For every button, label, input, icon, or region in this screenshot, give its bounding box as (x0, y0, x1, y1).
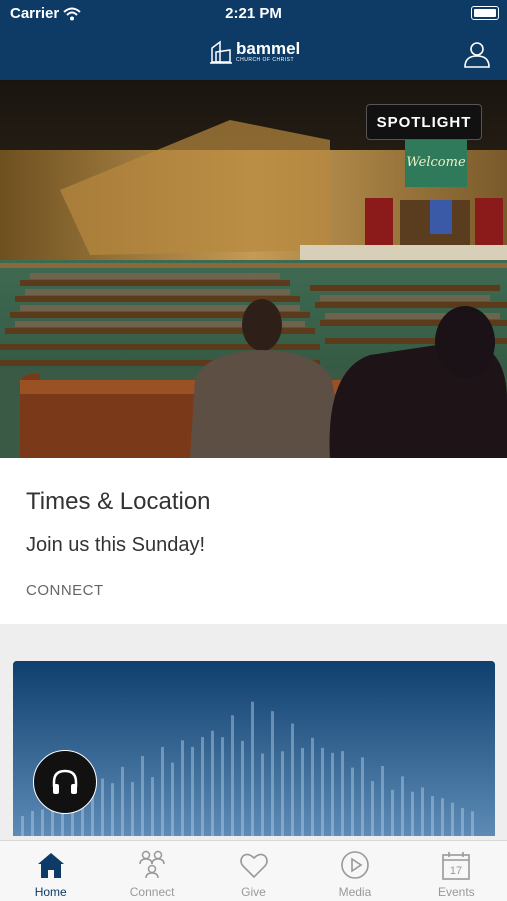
tab-bar: Home Connect Give Media 17 Events (0, 840, 507, 901)
tab-connect-label: Connect (129, 885, 175, 899)
welcome-screen-text: Welcome (406, 155, 466, 170)
tab-home-label: Home (34, 885, 67, 899)
soundwave-graphic (13, 661, 495, 836)
calendar-day: 17 (450, 865, 462, 877)
audio-play-button[interactable] (33, 750, 97, 814)
church-logo[interactable]: bammel CHURCH OF CHRIST (210, 40, 300, 64)
tab-events[interactable]: 17 Events (406, 841, 507, 901)
battery-icon (471, 6, 499, 20)
clock: 2:21 PM (225, 5, 282, 22)
connect-link[interactable]: CONNECT (26, 582, 104, 599)
logo-name: bammel (236, 39, 301, 58)
tab-events-label: Events (437, 885, 475, 899)
card-title: Times & Location (26, 488, 211, 515)
logo-mark-icon (210, 40, 232, 64)
times-location-card[interactable]: Times & Location Join us this Sunday! CO… (0, 458, 507, 624)
profile-icon[interactable] (463, 40, 491, 68)
tab-give[interactable]: Give (203, 841, 304, 901)
status-bar: Carrier 2:21 PM (0, 0, 507, 28)
headphones-icon (52, 769, 78, 794)
calendar-icon: 17 (442, 852, 471, 880)
play-icon (341, 851, 369, 879)
tab-home[interactable]: Home (0, 841, 101, 901)
nav-bar: bammel CHURCH OF CHRIST (0, 28, 507, 80)
tab-connect[interactable]: Connect (101, 841, 202, 901)
tab-media[interactable]: Media (304, 841, 405, 901)
heart-icon (239, 853, 268, 879)
tab-give-label: Give (241, 885, 266, 899)
spotlight-badge: SPOTLIGHT (366, 104, 482, 140)
logo-subtitle: CHURCH OF CHRIST (236, 57, 294, 63)
card-subtitle: Join us this Sunday! (26, 534, 205, 556)
home-icon (37, 853, 64, 878)
people-icon (139, 850, 165, 879)
media-card[interactable] (13, 661, 495, 836)
tab-media-label: Media (338, 885, 372, 899)
